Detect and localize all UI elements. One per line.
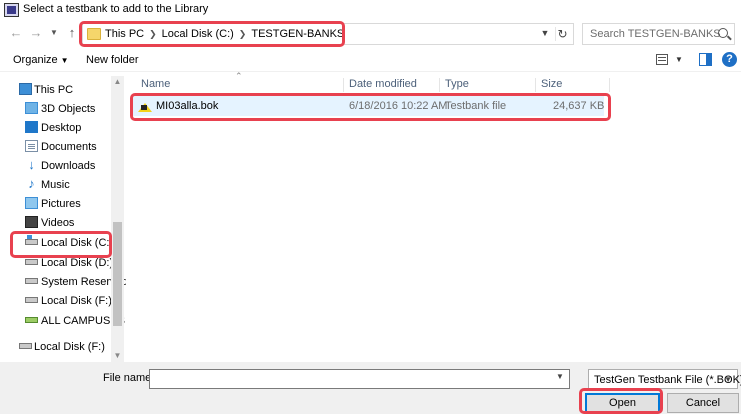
refresh-icon[interactable]: ↻ (555, 27, 569, 41)
breadcrumb: This PC ❯ Local Disk (C:) ❯ TESTGEN-BANKS (105, 28, 344, 40)
drive-icon (25, 297, 38, 303)
window-title: Select a testbank to add to the Library (23, 3, 209, 15)
drive-icon (25, 278, 38, 284)
organize-button[interactable]: Organize ▼ (13, 54, 69, 66)
sidebar-item-label: Documents (41, 141, 97, 153)
app-icon (4, 3, 19, 17)
search-icon (718, 28, 728, 38)
chevron-down-icon[interactable]: ▼ (539, 28, 551, 40)
organize-label: Organize (13, 54, 58, 66)
pictures-icon (25, 197, 38, 209)
sidebar-item-label: Desktop (41, 122, 82, 134)
network-drive-icon (25, 317, 38, 323)
sidebar-item-label: Local Disk (F:) (34, 341, 105, 353)
chevron-down-icon: ▼ (60, 56, 69, 65)
file-list: ⌃ Name Date modified Type Size MI03alla.… (126, 71, 741, 362)
file-name: MI03alla.bok (156, 100, 219, 112)
sidebar-item-all-campuses[interactable]: ALL CAMPUSES (0, 312, 125, 330)
sidebar-item-local-disk-d[interactable]: Local Disk (D:) (0, 254, 114, 272)
recent-locations-icon[interactable]: ▼ (46, 25, 62, 41)
new-folder-button[interactable]: New folder (86, 54, 139, 66)
change-view-icon[interactable] (656, 54, 668, 65)
sidebar-item-local-disk-c[interactable]: Local Disk (C:) (0, 234, 114, 252)
drive-icon (19, 343, 32, 349)
title-bar: Select a testbank to add to the Library (0, 0, 741, 20)
drive-icon (25, 259, 38, 265)
column-header-size[interactable]: Size (536, 78, 610, 92)
file-size: 24,637 KB (553, 100, 605, 112)
folder-icon (87, 28, 101, 40)
file-date-modified: 6/18/2016 10:22 AM (349, 100, 448, 112)
documents-icon (25, 140, 38, 152)
column-header-date[interactable]: Date modified (344, 78, 440, 92)
dialog-footer: File name: ▼ TestGen Testbank File (*.BO… (0, 362, 741, 414)
chevron-right-icon: ❯ (238, 29, 247, 39)
sidebar-item-3d-objects[interactable]: 3D Objects (0, 100, 112, 118)
column-header-name[interactable]: Name (136, 78, 344, 92)
testbank-file-icon (138, 100, 152, 112)
file-type-label: TestGen Testbank File (*.BOK) (594, 374, 741, 386)
sidebar-item-pictures[interactable]: Pictures (0, 195, 112, 213)
open-button[interactable]: Open (585, 393, 660, 413)
breadcrumb-local-disk-c[interactable]: Local Disk (C:) (162, 28, 234, 40)
sidebar-item-system-reserved[interactable]: System Reserved (0, 273, 128, 291)
sidebar-item-label: Videos (41, 217, 75, 229)
chevron-down-icon[interactable]: ▼ (556, 372, 564, 381)
chevron-down-icon: ▼ (724, 375, 732, 384)
chevron-down-icon[interactable]: ▼ (675, 55, 683, 64)
sidebar-item-label: Local Disk (C:) (41, 237, 114, 249)
table-row[interactable]: MI03alla.bok 6/18/2016 10:22 AM Testbank… (132, 96, 604, 116)
videos-icon (25, 216, 38, 228)
sidebar-item-documents[interactable]: Documents (0, 138, 112, 156)
file-name-label: File name: (103, 372, 155, 384)
sidebar-item-local-disk-f-2[interactable]: Local Disk (F:) (0, 338, 112, 356)
os-drive-icon (25, 235, 38, 245)
sidebar-item-videos[interactable]: Videos (0, 214, 112, 232)
file-name-input[interactable] (149, 369, 570, 389)
forward-icon[interactable]: → (28, 25, 44, 41)
navigation-pane: This PC 3D Objects Desktop Documents ↓ D… (0, 76, 128, 362)
breadcrumb-this-pc[interactable]: This PC (105, 28, 144, 40)
sidebar-item-local-disk-f[interactable]: Local Disk (F:) (0, 292, 112, 310)
music-icon: ♪ (28, 176, 35, 191)
up-icon[interactable]: ↑ (64, 25, 80, 41)
computer-icon (19, 83, 32, 95)
download-icon: ↓ (28, 157, 35, 172)
back-icon[interactable]: ← (8, 25, 24, 41)
address-bar[interactable]: This PC ❯ Local Disk (C:) ❯ TESTGEN-BANKS ▼ … (82, 23, 574, 45)
file-type: Testbank file (445, 100, 507, 112)
sidebar-scrollbar[interactable]: ▲ ▼ (111, 76, 124, 362)
search-input[interactable]: Search TESTGEN-BANKS (582, 23, 735, 45)
help-icon[interactable]: ? (722, 52, 737, 67)
desktop-icon (25, 121, 38, 133)
file-type-select[interactable]: TestGen Testbank File (*.BOK) ▼ (588, 369, 741, 389)
address-row: ← → ▼ ↑ This PC ❯ Local Disk (C:) ❯ TESTGEN-… (0, 21, 741, 47)
sidebar-item-label: This PC (34, 84, 74, 96)
cube-icon (25, 102, 38, 114)
scroll-up-icon[interactable]: ▲ (111, 76, 124, 88)
command-toolbar: Organize ▼ New folder ▼ ? (0, 48, 741, 72)
sidebar-item-label: Local Disk (F:) (41, 295, 112, 307)
sidebar-item-label: Downloads (41, 160, 96, 172)
sidebar-item-downloads[interactable]: ↓ Downloads (0, 157, 112, 175)
sidebar-item-music[interactable]: ♪ Music (0, 176, 112, 194)
sidebar-item-label: Local Disk (D:) (41, 257, 114, 269)
sidebar-item-desktop[interactable]: Desktop (0, 119, 112, 137)
preview-pane-icon[interactable] (699, 53, 712, 66)
scrollbar-thumb[interactable] (113, 222, 122, 326)
column-header-type[interactable]: Type (440, 78, 536, 92)
sidebar-item-label: Music (41, 179, 70, 191)
cancel-button[interactable]: Cancel (667, 393, 739, 413)
breadcrumb-testgen-banks[interactable]: TESTGEN-BANKS (251, 28, 344, 40)
sidebar-item-this-pc[interactable]: This PC (0, 81, 112, 99)
sidebar-item-label: Pictures (41, 198, 81, 210)
search-placeholder: Search TESTGEN-BANKS (590, 28, 721, 40)
scroll-down-icon[interactable]: ▼ (111, 350, 124, 362)
sidebar-item-label: 3D Objects (41, 103, 96, 115)
chevron-right-icon: ❯ (149, 29, 157, 39)
